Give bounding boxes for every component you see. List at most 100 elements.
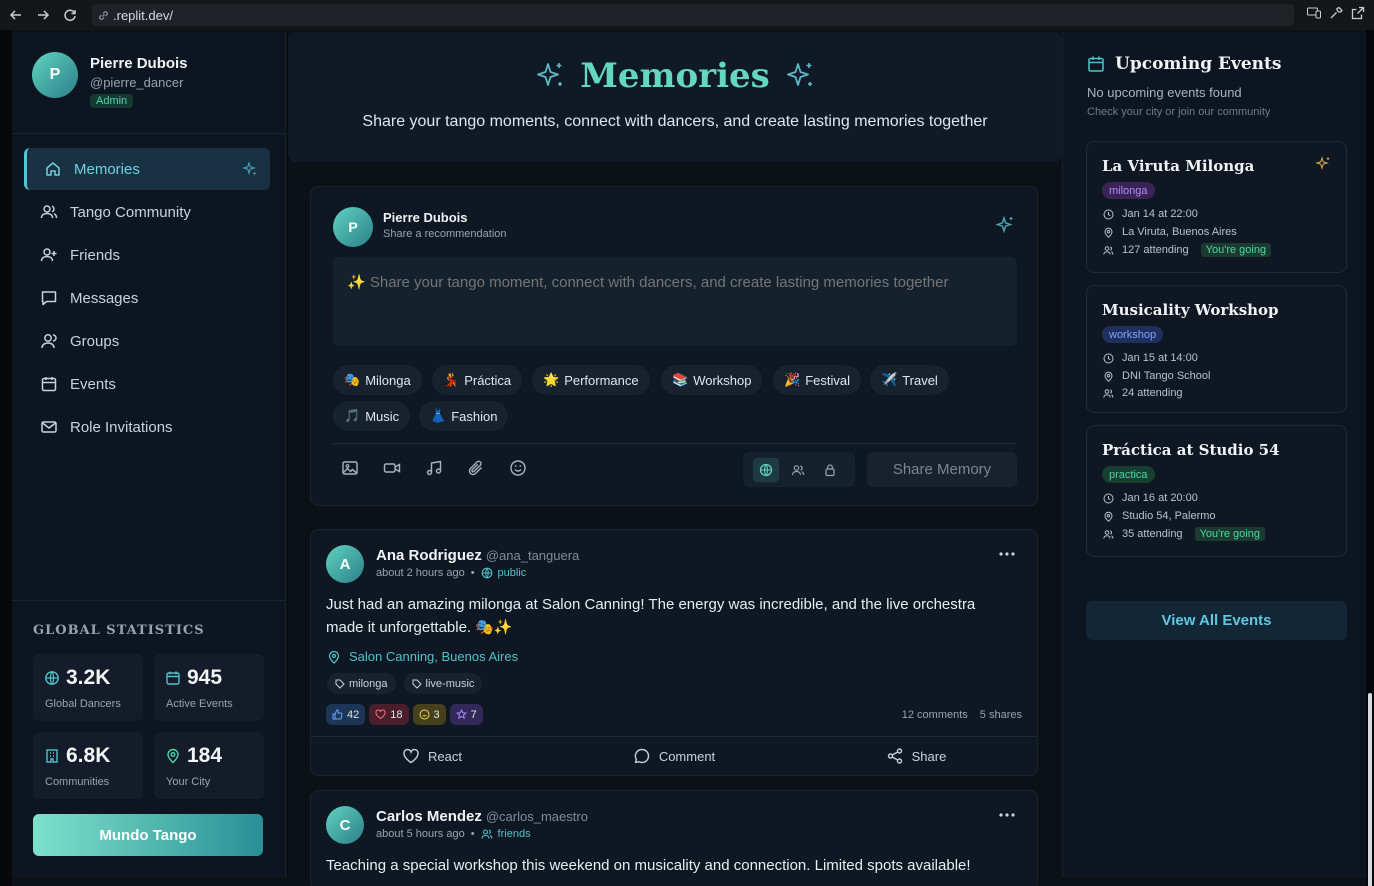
- reaction-heart[interactable]: 18: [369, 704, 409, 725]
- event-type-badge: milonga: [1102, 182, 1155, 199]
- forward-icon[interactable]: [32, 4, 54, 26]
- sidebar-item-groups[interactable]: Groups: [24, 320, 270, 362]
- divider: [12, 133, 285, 134]
- react-button[interactable]: React: [311, 737, 553, 775]
- devices-icon[interactable]: [1306, 5, 1322, 21]
- back-icon[interactable]: [5, 4, 27, 26]
- post-handle[interactable]: @carlos_maestro: [486, 809, 588, 824]
- composer-subtitle: Share a recommendation: [383, 228, 507, 240]
- sidebar-item-role-invitations[interactable]: Role Invitations: [24, 406, 270, 448]
- emoji-icon[interactable]: [509, 459, 527, 477]
- avatar[interactable]: A: [326, 545, 364, 583]
- sidebar-item-label: Messages: [70, 289, 139, 307]
- sidebar-item-label: Role Invitations: [70, 418, 173, 436]
- more-options-icon[interactable]: [999, 813, 1015, 817]
- chip-emoji: 📚: [672, 372, 689, 387]
- chip-label: Travel: [902, 372, 938, 388]
- address-bar[interactable]: .replit.dev/: [92, 4, 1294, 26]
- event-card[interactable]: Musicality Workshop workshop Jan 15 at 1…: [1086, 285, 1347, 413]
- event-place: La Viruta, Buenos Aires: [1122, 226, 1237, 238]
- avatar[interactable]: C: [326, 806, 364, 844]
- chip-workshop[interactable]: 📚 Workshop: [661, 365, 763, 395]
- sparkles-icon: [784, 60, 816, 92]
- sparkles-icon: [242, 161, 258, 177]
- image-icon[interactable]: [341, 459, 359, 477]
- tag-chip[interactable]: milonga: [327, 673, 396, 694]
- chip-travel[interactable]: ✈️ Travel: [870, 365, 949, 395]
- share-count[interactable]: 5 shares: [980, 709, 1022, 721]
- calendar-icon: [165, 670, 181, 686]
- comment-count[interactable]: 12 comments: [902, 709, 968, 721]
- post-visibility: friends: [497, 828, 531, 840]
- page-subtitle: Share your tango moments, connect with d…: [362, 113, 988, 130]
- chip-emoji: ✈️: [881, 372, 898, 387]
- chip-music[interactable]: 🎵 Music: [333, 401, 411, 431]
- sidebar-item-label: Tango Community: [70, 203, 191, 221]
- pin-icon: [327, 650, 341, 664]
- tag-label: live-music: [425, 677, 475, 690]
- dot-separator: •: [470, 567, 475, 579]
- chip-festival[interactable]: 🎉 Festival: [773, 365, 861, 395]
- post-author[interactable]: Ana Rodriguez: [376, 547, 482, 564]
- sidebar-item-memories[interactable]: Memories: [24, 148, 270, 190]
- music-note-icon[interactable]: [425, 459, 443, 477]
- visibility-selector: [743, 452, 855, 487]
- scrollbar-track[interactable]: [1366, 30, 1374, 886]
- chip-practica[interactable]: 💃 Práctica: [432, 365, 523, 395]
- reaction-count: 3: [433, 708, 440, 721]
- user-profile[interactable]: P Pierre Dubois @pierre_dancer Admin: [32, 52, 188, 109]
- event-attending: 24 attending: [1122, 387, 1183, 399]
- reaction-like[interactable]: 42: [326, 704, 366, 725]
- event-card[interactable]: Práctica at Studio 54 practica Jan 16 at…: [1086, 425, 1347, 557]
- pin-icon: [1103, 511, 1114, 522]
- share-button[interactable]: Share: [795, 737, 1037, 775]
- external-link-icon[interactable]: [1350, 5, 1366, 21]
- avatar: P: [32, 52, 78, 98]
- sparkles-icon[interactable]: [995, 215, 1015, 235]
- scrollbar-thumb[interactable]: [1368, 693, 1372, 886]
- post-visibility: public: [497, 567, 527, 579]
- event-name: La Viruta Milonga: [1102, 157, 1255, 175]
- event-place: Studio 54, Palermo: [1122, 510, 1216, 522]
- event-card[interactable]: La Viruta Milonga milonga Jan 14 at 22:0…: [1086, 141, 1347, 273]
- stat-label: Your City: [166, 776, 211, 788]
- reaction-star[interactable]: 7: [449, 704, 483, 725]
- chip-milonga[interactable]: 🎭 Milonga: [333, 365, 422, 395]
- view-all-events-button[interactable]: View All Events: [1086, 601, 1347, 640]
- events-hint: Check your city or join our community: [1087, 106, 1271, 118]
- video-icon[interactable]: [383, 459, 401, 477]
- chip-fashion[interactable]: 👗 Fashion: [419, 401, 509, 431]
- post-author[interactable]: Carlos Mendez: [376, 808, 482, 825]
- pin-icon: [165, 748, 181, 764]
- lock-icon[interactable]: [817, 458, 843, 482]
- reaction-laugh[interactable]: 3: [412, 704, 446, 725]
- memory-input[interactable]: [333, 257, 1017, 346]
- reload-icon[interactable]: [59, 4, 81, 26]
- tag-chip[interactable]: live-music: [403, 673, 483, 694]
- chip-emoji: 👗: [430, 408, 447, 423]
- globe-icon[interactable]: [753, 457, 779, 482]
- share-memory-button[interactable]: Share Memory: [867, 452, 1017, 487]
- users-icon[interactable]: [785, 458, 811, 482]
- chip-performance[interactable]: 🌟 Performance: [532, 365, 650, 395]
- post-time: about 5 hours ago: [376, 828, 465, 840]
- events-empty-text: No upcoming events found: [1087, 85, 1242, 100]
- sidebar-item-friends[interactable]: Friends: [24, 234, 270, 276]
- sidebar-item-events[interactable]: Events: [24, 363, 270, 405]
- post-handle[interactable]: @ana_tanguera: [486, 548, 579, 563]
- wrench-icon[interactable]: [1328, 5, 1344, 21]
- sidebar-item-tango-community[interactable]: Tango Community: [24, 191, 270, 233]
- sidebar-item-messages[interactable]: Messages: [24, 277, 270, 319]
- mundo-tango-button[interactable]: Mundo Tango: [33, 814, 263, 856]
- post-tags: milonga live-music: [327, 673, 483, 694]
- post-location[interactable]: Salon Canning, Buenos Aires: [327, 649, 518, 664]
- divider: [333, 443, 1017, 444]
- sidebar-item-label: Memories: [74, 160, 140, 178]
- page-header: Memories Share your tango moments, conne…: [288, 32, 1062, 162]
- chip-label: Práctica: [464, 372, 512, 388]
- comment-button[interactable]: Comment: [553, 737, 795, 775]
- more-options-icon[interactable]: [999, 552, 1015, 556]
- sidebar-item-label: Friends: [70, 246, 121, 264]
- paperclip-icon[interactable]: [467, 459, 485, 477]
- pin-icon: [1103, 371, 1114, 382]
